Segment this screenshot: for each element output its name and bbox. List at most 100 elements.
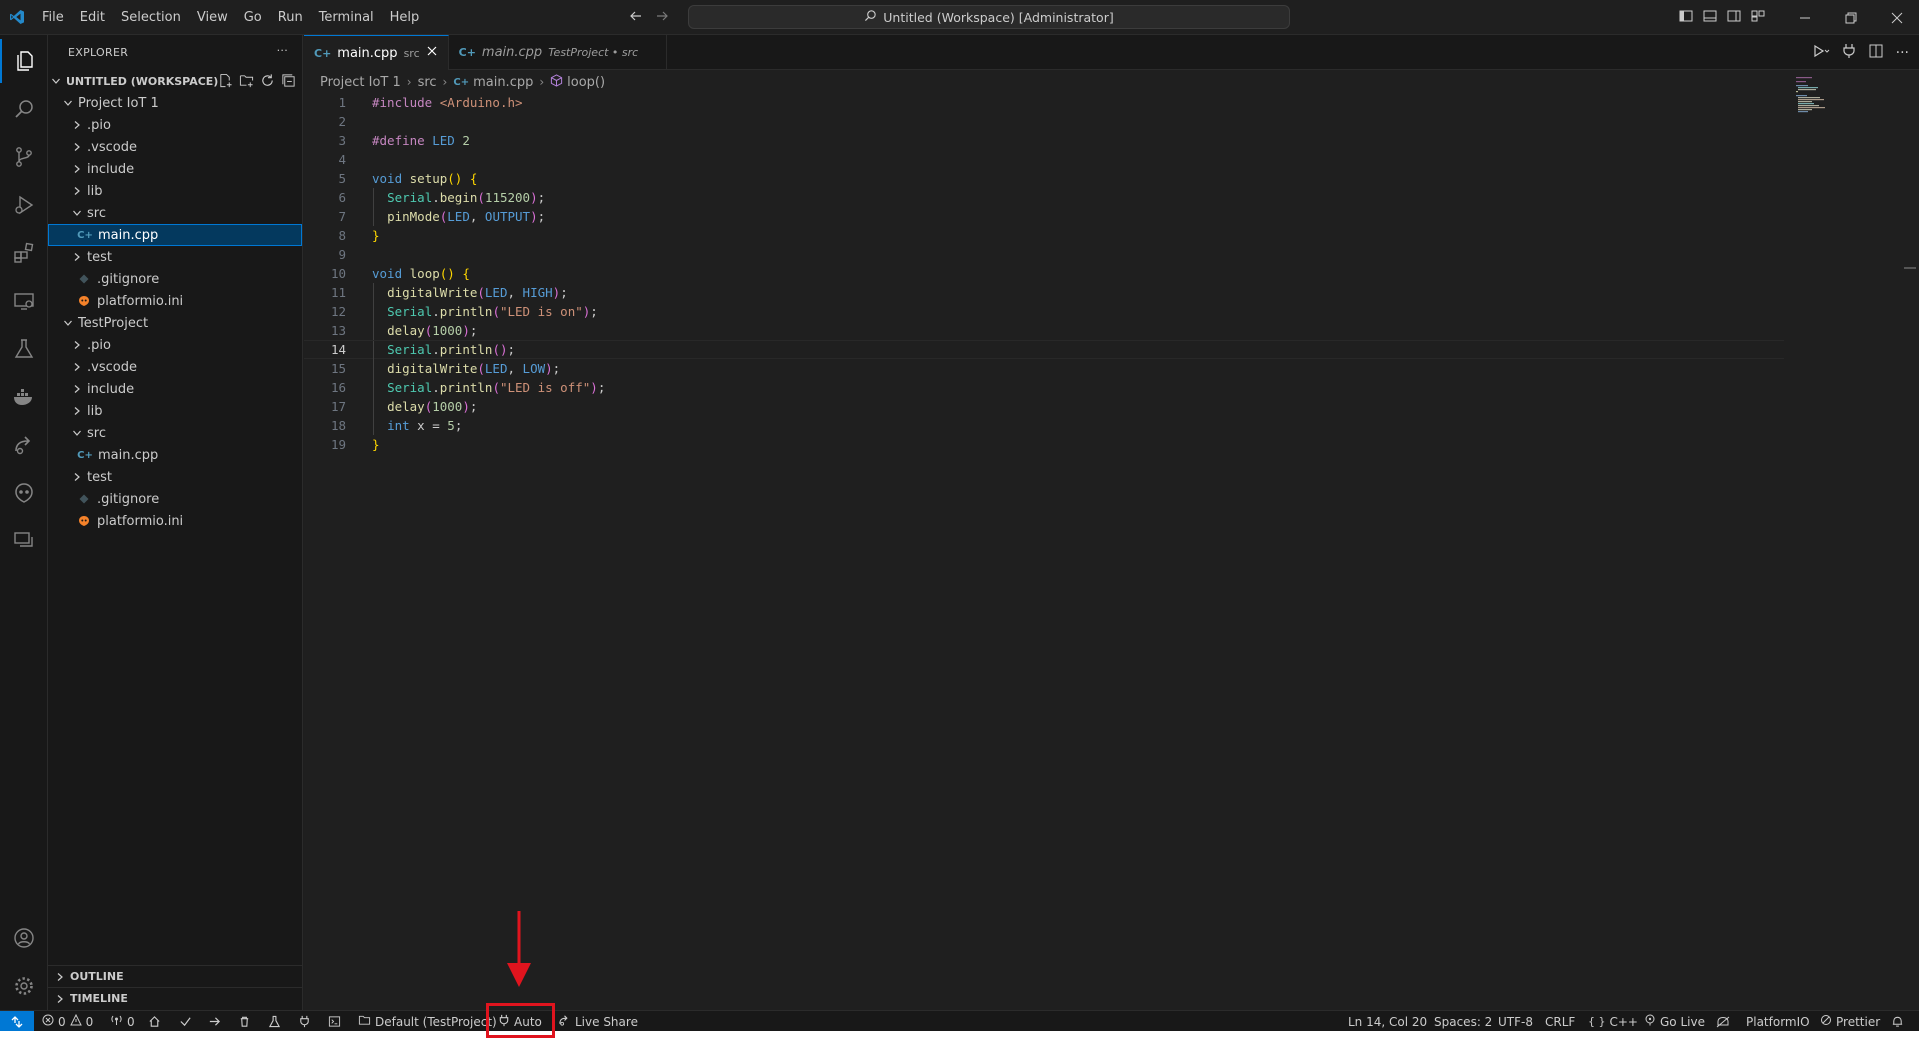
tree-folder[interactable]: Project IoT 1: [48, 92, 302, 114]
breadcrumb-item[interactable]: src: [418, 75, 437, 90]
code-line[interactable]: 3 #define LED 2: [304, 131, 1784, 150]
notifications-bell-icon[interactable]: [1891, 1011, 1904, 1031]
close-tab-icon[interactable]: [426, 45, 438, 61]
gear-icon[interactable]: [0, 964, 48, 1008]
run-code-icon[interactable]: [1812, 43, 1830, 63]
code-line[interactable]: 14 Serial.println();: [304, 340, 1784, 360]
toggle-panel-icon[interactable]: [1702, 8, 1718, 28]
breadcrumb-item[interactable]: main.cpp: [473, 75, 533, 90]
tree-folder[interactable]: .vscode: [48, 136, 302, 158]
toggle-primary-sidebar-icon[interactable]: [1678, 8, 1694, 28]
code-line[interactable]: 8}: [304, 226, 1784, 245]
toggle-secondary-sidebar-icon[interactable]: [1726, 8, 1742, 28]
platformio-upload-icon[interactable]: [208, 1011, 221, 1031]
restore-icon[interactable]: [1828, 0, 1874, 35]
tree-folder[interactable]: lib: [48, 400, 302, 422]
tree-folder[interactable]: src: [48, 422, 302, 444]
tree-file[interactable]: .gitignore: [48, 488, 302, 510]
remote-explorer-icon[interactable]: [0, 279, 48, 323]
menu-file[interactable]: File: [34, 0, 72, 35]
menu-run[interactable]: Run: [270, 0, 311, 35]
source-control-icon[interactable]: [0, 135, 48, 179]
code-line[interactable]: 2: [304, 112, 1784, 131]
tree-folder[interactable]: include: [48, 158, 302, 180]
code-line[interactable]: 1 #include <Arduino.h>: [304, 93, 1784, 112]
code-line[interactable]: 9: [304, 245, 1784, 264]
tree-folder[interactable]: test: [48, 246, 302, 268]
problems-status[interactable]: 0 0: [42, 1011, 93, 1031]
menu-terminal[interactable]: Terminal: [311, 0, 382, 35]
forward-arrow-icon[interactable]: [654, 8, 670, 28]
plug-icon[interactable]: [1842, 43, 1856, 63]
platformio-test-icon[interactable]: [268, 1011, 281, 1031]
code-line[interactable]: 18 int x = 5;: [304, 416, 1784, 435]
command-center[interactable]: Untitled (Workspace) [Administrator]: [688, 5, 1290, 29]
tree-file[interactable]: C+ main.cpp: [48, 224, 302, 246]
tree-folder[interactable]: lib: [48, 180, 302, 202]
timeline-section[interactable]: TIMELINE: [48, 987, 303, 1009]
platformio-terminal-icon[interactable]: [328, 1011, 341, 1031]
more-actions-icon[interactable]: ···: [277, 44, 288, 57]
breadcrumb-item[interactable]: loop(): [567, 75, 605, 90]
cursor-position-status[interactable]: Ln 14, Col 20: [1348, 1011, 1427, 1031]
prettier-status[interactable]: Prettier: [1820, 1011, 1880, 1031]
platformio-status[interactable]: PlatformIO: [1746, 1011, 1810, 1031]
new-file-icon[interactable]: [218, 73, 233, 91]
menu-go[interactable]: Go: [236, 0, 270, 35]
code-line[interactable]: 19}: [304, 435, 1784, 454]
project-env-status[interactable]: Default (TestProject): [358, 1011, 497, 1031]
menu-selection[interactable]: Selection: [113, 0, 189, 35]
collapse-all-icon[interactable]: [281, 73, 296, 91]
testing-icon[interactable]: [0, 327, 48, 371]
tree-file[interactable]: platformio.ini: [48, 510, 302, 532]
code-line[interactable]: 6 Serial.begin(115200);: [304, 188, 1784, 207]
platformio-monitor-plug-icon[interactable]: [298, 1011, 311, 1031]
back-arrow-icon[interactable]: [628, 8, 644, 28]
minimize-icon[interactable]: [1782, 0, 1828, 35]
tree-folder[interactable]: .pio: [48, 334, 302, 356]
code-line[interactable]: 15 digitalWrite(LED, LOW);: [304, 359, 1784, 378]
code-line[interactable]: 7 pinMode(LED, OUTPUT);: [304, 207, 1784, 226]
tree-folder[interactable]: test: [48, 466, 302, 488]
run-debug-icon[interactable]: [0, 183, 48, 227]
customize-layout-icon[interactable]: [1750, 8, 1766, 28]
tab-main-cpp-testproject[interactable]: C+ main.cpp TestProject • src: [449, 35, 668, 70]
platformio-build-icon[interactable]: [179, 1011, 192, 1031]
minimap[interactable]: [1794, 75, 1854, 115]
live-share-icon[interactable]: [0, 423, 48, 467]
workspace-header[interactable]: UNTITLED (WORKSPACE): [48, 70, 302, 92]
close-icon[interactable]: [1874, 0, 1919, 35]
tab-main-cpp-src[interactable]: C+ main.cpp src: [304, 35, 449, 70]
breadcrumb-item[interactable]: Project IoT 1: [320, 75, 401, 90]
code-editor[interactable]: 1 #include <Arduino.h> 2 3 #define LED 2 4 5 vo…: [304, 93, 1784, 454]
tree-folder[interactable]: TestProject: [48, 312, 302, 334]
menu-edit[interactable]: Edit: [72, 0, 113, 35]
live-share-status[interactable]: Live Share: [558, 1011, 638, 1031]
tree-file[interactable]: C+ main.cpp: [48, 444, 302, 466]
code-line[interactable]: 4: [304, 150, 1784, 169]
platformio-icon[interactable]: [0, 471, 48, 515]
tree-folder[interactable]: src: [48, 202, 302, 224]
new-folder-icon[interactable]: [239, 73, 254, 91]
copilot-accounts-icon[interactable]: [1716, 1011, 1730, 1031]
split-editor-icon[interactable]: [1868, 43, 1884, 63]
tree-folder[interactable]: include: [48, 378, 302, 400]
tree-file[interactable]: .gitignore: [48, 268, 302, 290]
platformio-home-icon[interactable]: [148, 1011, 161, 1031]
indentation-status[interactable]: Spaces: 2: [1434, 1011, 1492, 1031]
eol-status[interactable]: CRLF: [1545, 1011, 1575, 1031]
tree-folder[interactable]: .pio: [48, 114, 302, 136]
refresh-icon[interactable]: [260, 73, 275, 91]
serial-port-auto-status[interactable]: Auto: [498, 1011, 542, 1031]
menu-view[interactable]: View: [189, 0, 236, 35]
code-line[interactable]: 13 delay(1000);: [304, 321, 1784, 340]
extensions-icon[interactable]: [0, 231, 48, 275]
more-actions-icon[interactable]: ···: [1896, 45, 1909, 61]
code-line[interactable]: 17 delay(1000);: [304, 397, 1784, 416]
menu-help[interactable]: Help: [382, 0, 428, 35]
code-line[interactable]: 16 Serial.println("LED is off");: [304, 378, 1784, 397]
code-line[interactable]: 5 void setup() {: [304, 169, 1784, 188]
code-line[interactable]: 12 Serial.println("LED is on");: [304, 302, 1784, 321]
search-view-icon[interactable]: [0, 87, 48, 131]
ports-status[interactable]: 0: [110, 1011, 135, 1031]
